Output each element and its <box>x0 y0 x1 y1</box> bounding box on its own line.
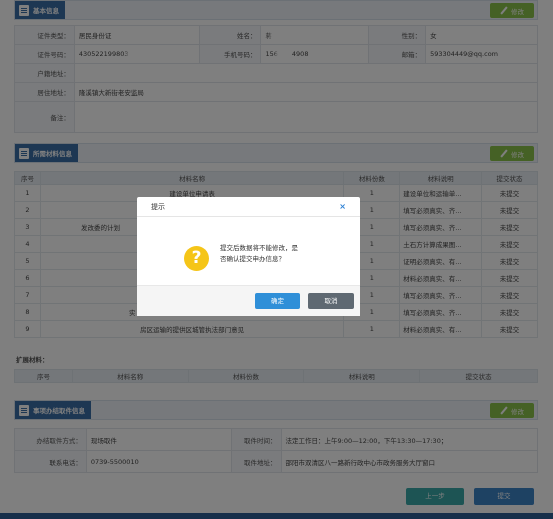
dialog-title: 提示 <box>137 197 360 217</box>
question-icon: ? <box>184 246 209 271</box>
confirm-dialog: 提示 × ? 提交后数据将不能修改，是 否确认提交申办信息？ 确定 取消 <box>137 197 360 316</box>
confirm-button[interactable]: 确定 <box>255 293 300 309</box>
cancel-button[interactable]: 取消 <box>308 293 354 309</box>
close-icon[interactable]: × <box>339 202 346 211</box>
dialog-message-line1: 提交后数据将不能修改，是 <box>220 244 298 252</box>
dialog-footer: 确定 取消 <box>137 285 360 316</box>
dialog-message-line2: 否确认提交申办信息？ <box>220 255 285 263</box>
dialog-message: 提交后数据将不能修改，是 否确认提交申办信息？ <box>220 243 350 265</box>
